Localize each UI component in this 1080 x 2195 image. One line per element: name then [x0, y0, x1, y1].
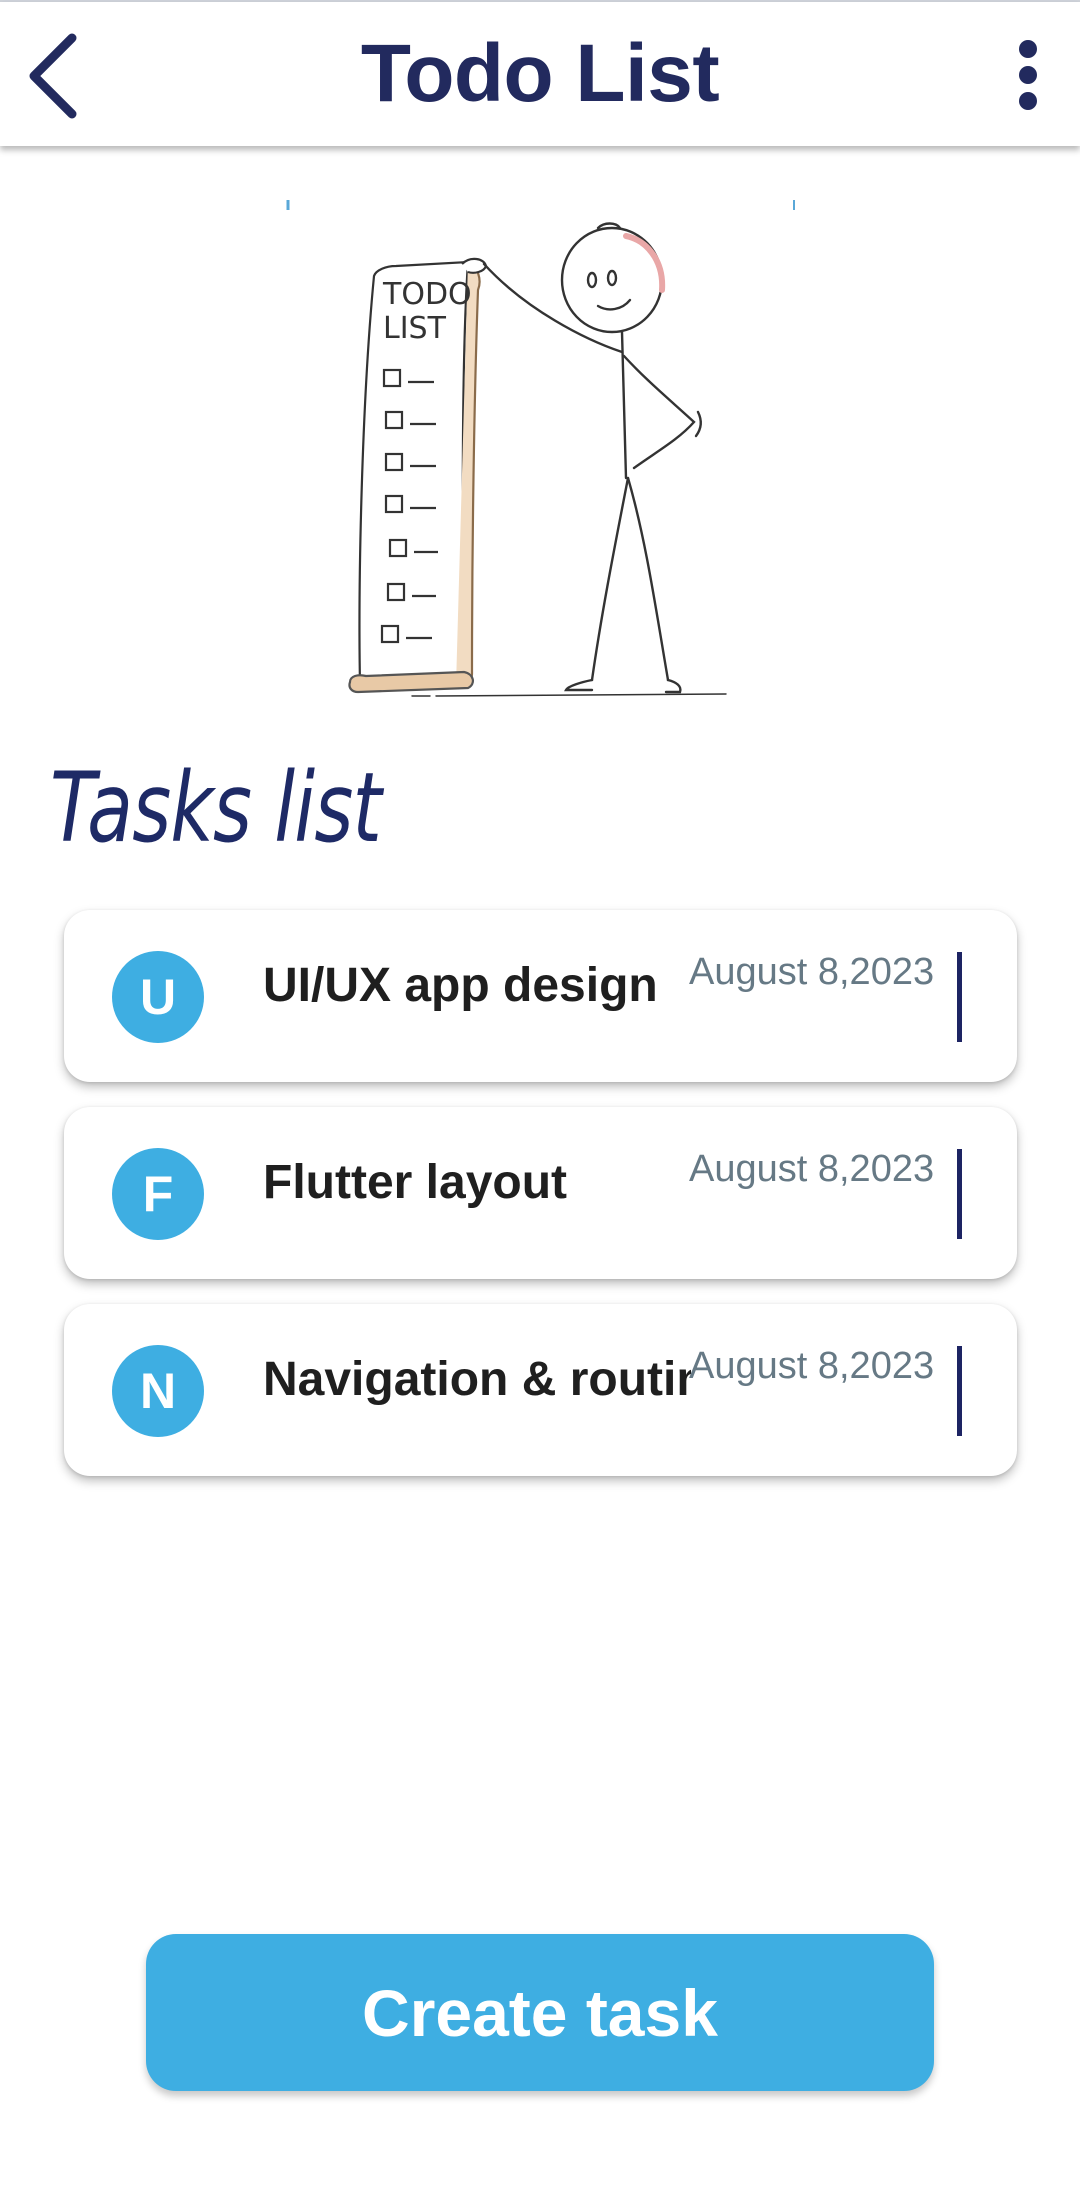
task-date: August 8,2023 [689, 1148, 935, 1190]
task-indicator-bar [957, 952, 962, 1042]
task-title: UI/UX app design [263, 959, 658, 1012]
back-button[interactable] [12, 28, 92, 124]
task-card[interactable]: F Flutter layout August 8,2023 [64, 1107, 1017, 1279]
chevron-left-icon [29, 33, 77, 119]
menu-dot [1019, 66, 1037, 84]
task-title: Navigation & routing [263, 1353, 691, 1406]
more-menu-button[interactable] [994, 30, 1062, 120]
task-avatar: F [112, 1148, 204, 1240]
task-indicator-bar [957, 1346, 962, 1436]
menu-dot [1019, 92, 1037, 110]
section-title: Tasks list [50, 752, 382, 864]
task-date: August 8,2023 [689, 1345, 935, 1387]
task-card[interactable]: N Navigation & routing August 8,2023 [64, 1304, 1017, 1476]
page-title: Todo List [360, 28, 720, 119]
more-vertical-icon [1019, 40, 1037, 58]
task-avatar: N [112, 1345, 204, 1437]
task-title: Flutter layout [263, 1156, 568, 1209]
task-card[interactable]: U UI/UX app design August 8,2023 [64, 910, 1017, 1082]
task-indicator-bar [957, 1149, 962, 1239]
task-avatar: U [112, 951, 204, 1043]
create-task-button[interactable]: Create task [146, 1934, 934, 2091]
app-bar: Todo List [0, 2, 1080, 146]
todo-list-illustration: TODO LIST [286, 200, 795, 697]
scroll-heading: TODO [382, 277, 472, 312]
task-date: August 8,2023 [689, 951, 935, 993]
scroll-subheading: LIST [383, 311, 447, 346]
